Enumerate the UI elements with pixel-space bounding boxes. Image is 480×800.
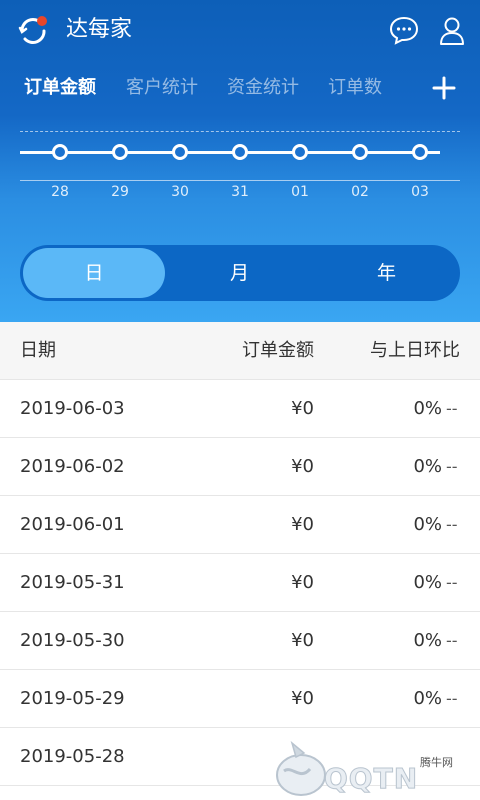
table-row[interactable]: 2019-05-31 ¥0 0% -- — [0, 554, 480, 612]
row-date: 2019-05-29 — [20, 688, 125, 709]
row-ratio: 0% — [413, 514, 442, 535]
row-trend: -- — [446, 457, 458, 476]
row-trend: -- — [446, 631, 458, 650]
row-trend: -- — [446, 399, 458, 418]
row-date: 2019-06-02 — [20, 456, 125, 477]
row-amount: ¥0 — [291, 514, 314, 535]
timeline-point[interactable] — [352, 144, 368, 160]
table-header: 日期 订单金额 与上日环比 — [0, 322, 480, 380]
timeline-track — [20, 151, 440, 154]
header-ratio: 与上日环比 — [370, 340, 460, 361]
timeline: 28 29 30 31 01 02 03 — [0, 116, 480, 226]
timeline-label: 28 — [51, 184, 69, 200]
row-amount: ¥0 — [291, 398, 314, 419]
timeline-point[interactable] — [232, 144, 248, 160]
stats-tabs: 订单金额 客户统计 资金统计 订单数 — [0, 70, 480, 110]
table-row[interactable]: 2019-05-29 ¥0 0% -- — [0, 670, 480, 728]
row-ratio: 0% — [413, 630, 442, 651]
timeline-point[interactable] — [412, 144, 428, 160]
period-year-button[interactable]: 年 — [313, 245, 460, 301]
tab-customer-stats[interactable]: 客户统计 — [126, 70, 198, 106]
dashed-guide — [20, 131, 460, 132]
watermark-site-name: 腾牛网 — [420, 756, 453, 769]
row-ratio: 0% — [413, 688, 442, 709]
app-title: 达每家 — [66, 17, 133, 42]
row-date: 2019-05-30 — [20, 630, 125, 651]
timeline-point[interactable] — [52, 144, 68, 160]
table-row[interactable]: 2019-06-02 ¥0 0% -- — [0, 438, 480, 496]
timeline-label: 31 — [231, 184, 249, 200]
period-day-button[interactable]: 日 — [23, 248, 165, 298]
period-month-button[interactable]: 月 — [166, 245, 313, 301]
row-amount: ¥0 — [291, 688, 314, 709]
app-bar: 达每家 — [0, 0, 480, 62]
table-row[interactable]: 2019-06-01 ¥0 0% -- — [0, 496, 480, 554]
row-date: 2019-05-28 — [20, 746, 125, 767]
header-amount: 订单金额 — [242, 340, 314, 361]
tab-fund-stats[interactable]: 资金统计 — [227, 70, 299, 106]
timeline-label: 03 — [411, 184, 429, 200]
row-amount: ¥0 — [291, 630, 314, 651]
timeline-label: 30 — [171, 184, 189, 200]
row-ratio: 0% — [413, 572, 442, 593]
timeline-point[interactable] — [292, 144, 308, 160]
tab-order-amount[interactable]: 订单金额 — [24, 70, 96, 106]
row-ratio: 0% — [413, 398, 442, 419]
timeline-label: 02 — [351, 184, 369, 200]
row-trend: -- — [446, 689, 458, 708]
timeline-axis — [20, 180, 460, 181]
app-logo-icon — [18, 16, 47, 44]
table-row[interactable]: 2019-06-03 ¥0 0% -- — [0, 380, 480, 438]
add-icon[interactable] — [428, 72, 460, 104]
timeline-point[interactable] — [172, 144, 188, 160]
header-date: 日期 — [20, 340, 56, 361]
timeline-label: 29 — [111, 184, 129, 200]
watermark-text: QQTN — [323, 762, 419, 796]
row-date: 2019-05-31 — [20, 572, 125, 593]
row-trend: -- — [446, 515, 458, 534]
period-selector: 日 月 年 — [20, 245, 460, 301]
table-row[interactable]: 2019-05-30 ¥0 0% -- — [0, 612, 480, 670]
row-date: 2019-06-03 — [20, 398, 125, 419]
row-ratio: 0% — [413, 456, 442, 477]
message-icon[interactable] — [388, 14, 420, 46]
row-amount: ¥0 — [291, 456, 314, 477]
timeline-label: 01 — [291, 184, 309, 200]
timeline-point[interactable] — [112, 144, 128, 160]
row-trend: -- — [446, 573, 458, 592]
tab-order-count[interactable]: 订单数 — [328, 70, 382, 106]
row-date: 2019-06-01 — [20, 514, 125, 535]
user-icon[interactable] — [436, 14, 468, 46]
row-amount: ¥0 — [291, 572, 314, 593]
